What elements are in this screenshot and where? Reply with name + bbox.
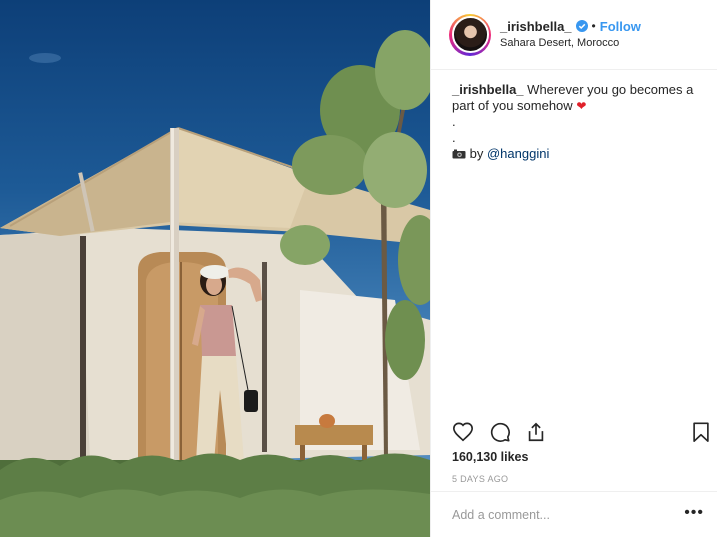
separator-dot: • <box>591 18 596 33</box>
header-text: _irishbella_ • Follow Sahara Desert, Mor… <box>500 18 641 52</box>
comment-icon[interactable] <box>489 421 511 443</box>
avatar[interactable] <box>449 13 491 56</box>
more-options-icon[interactable]: ••• <box>684 504 704 522</box>
follow-button[interactable]: Follow <box>600 18 641 35</box>
heart-emoji: ❤ <box>576 99 587 113</box>
post-photo[interactable] <box>0 0 430 537</box>
action-bar <box>452 421 714 443</box>
header-line: _irishbella_ • Follow <box>500 18 641 35</box>
comment-bar: ••• <box>431 491 717 537</box>
post-side-panel: _irishbella_ • Follow Sahara Desert, Mor… <box>430 0 717 537</box>
mention-link[interactable]: @hanggini <box>487 146 549 161</box>
verified-badge-icon <box>575 20 588 32</box>
instagram-post: _irishbella_ • Follow Sahara Desert, Mor… <box>0 0 717 537</box>
location-link[interactable]: Sahara Desert, Morocco <box>500 35 641 52</box>
caption-username[interactable]: _irishbella_ <box>452 82 524 97</box>
comment-input[interactable] <box>452 508 652 522</box>
post-timestamp[interactable]: 5 DAYS AGO <box>452 474 508 484</box>
share-icon[interactable] <box>525 421 547 443</box>
likes-count[interactable]: 160,130 likes <box>452 450 528 464</box>
post-caption: _irishbella_ Wherever you go becomes a p… <box>452 82 702 162</box>
credit-by-label: by <box>469 146 484 161</box>
photo-illustration <box>0 30 430 537</box>
username-link[interactable]: _irishbella_ <box>500 18 572 35</box>
heart-icon[interactable] <box>452 421 474 443</box>
post-header: _irishbella_ • Follow Sahara Desert, Mor… <box>431 0 717 70</box>
avatar-image <box>451 16 489 53</box>
caption-dot: . <box>452 130 456 145</box>
caption-credit: by @hanggini <box>452 146 702 162</box>
camera-icon <box>452 149 466 159</box>
bookmark-icon[interactable] <box>690 421 712 443</box>
caption-dot: . <box>452 114 456 129</box>
caption-line: _irishbella_ Wherever you go becomes a p… <box>452 82 702 114</box>
